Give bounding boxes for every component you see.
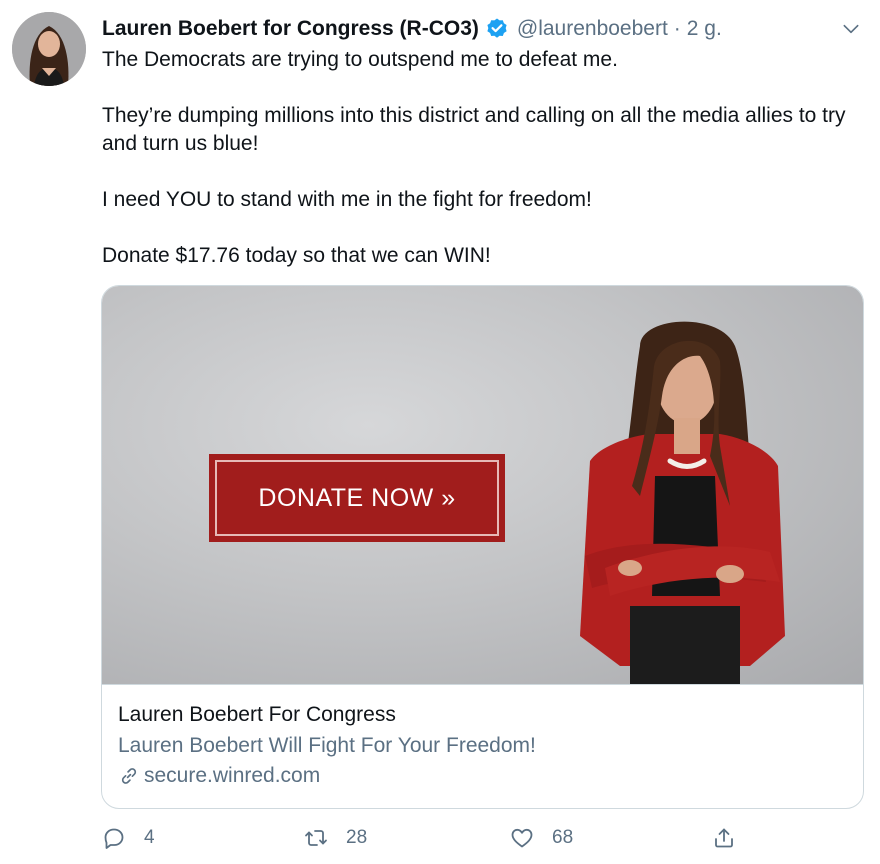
separator-dot: ·: [673, 17, 681, 40]
verified-badge-icon: [485, 17, 509, 41]
share-icon: [715, 828, 733, 848]
tweet-paragraph: Donate $17.76 today so that we can WIN!: [102, 244, 491, 267]
retweet-icon: [305, 830, 327, 846]
chevron-down-icon[interactable]: [840, 18, 862, 40]
reply-icon: [104, 828, 124, 849]
donate-now-graphic: DONATE NOW »: [209, 454, 505, 542]
heart-icon: [511, 828, 533, 848]
tweet-header: Lauren Boebert for Congress (R-CO3) @lau…: [102, 12, 860, 46]
card-title: Lauren Boebert For Congress: [118, 703, 396, 726]
donate-now-text: DONATE NOW »: [258, 483, 456, 512]
link-icon: [118, 765, 140, 787]
tweet-paragraph: The Democrats are trying to outspend me …: [102, 48, 618, 71]
author-name[interactable]: Lauren Boebert for Congress (R-CO3): [102, 17, 479, 41]
like-button[interactable]: 68: [510, 822, 573, 854]
author-handle[interactable]: @laurenboebert: [517, 17, 668, 41]
card-meta[interactable]: Lauren Boebert For Congress Lauren Boebe…: [102, 684, 863, 808]
avatar-portrait: [12, 12, 86, 86]
retweet-count: 28: [346, 827, 368, 848]
card-domain-row: secure.winred.com: [118, 761, 847, 791]
candidate-photo: [580, 321, 785, 684]
tweet-actions: 4 28 68: [102, 822, 752, 854]
link-preview-card[interactable]: DONATE NOW » Lauren Boebert For Congress…: [101, 285, 864, 809]
share-button[interactable]: [712, 822, 736, 854]
tweet-paragraph: They’re dumping millions into this distr…: [102, 104, 846, 155]
retweet-button[interactable]: 28: [304, 822, 367, 854]
like-count: 68: [552, 827, 574, 848]
card-image[interactable]: DONATE NOW »: [102, 286, 863, 684]
reply-count: 4: [144, 827, 155, 848]
tweet-text: The Democrats are trying to outspend me …: [102, 46, 858, 270]
avatar[interactable]: [12, 12, 86, 86]
card-domain: secure.winred.com: [144, 764, 321, 787]
reply-button[interactable]: 4: [102, 822, 155, 854]
card-description: Lauren Boebert Will Fight For Your Freed…: [118, 734, 536, 757]
tweet-timestamp[interactable]: 2 g.: [687, 17, 722, 41]
tweet-paragraph: I need YOU to stand with me in the fight…: [102, 188, 592, 211]
